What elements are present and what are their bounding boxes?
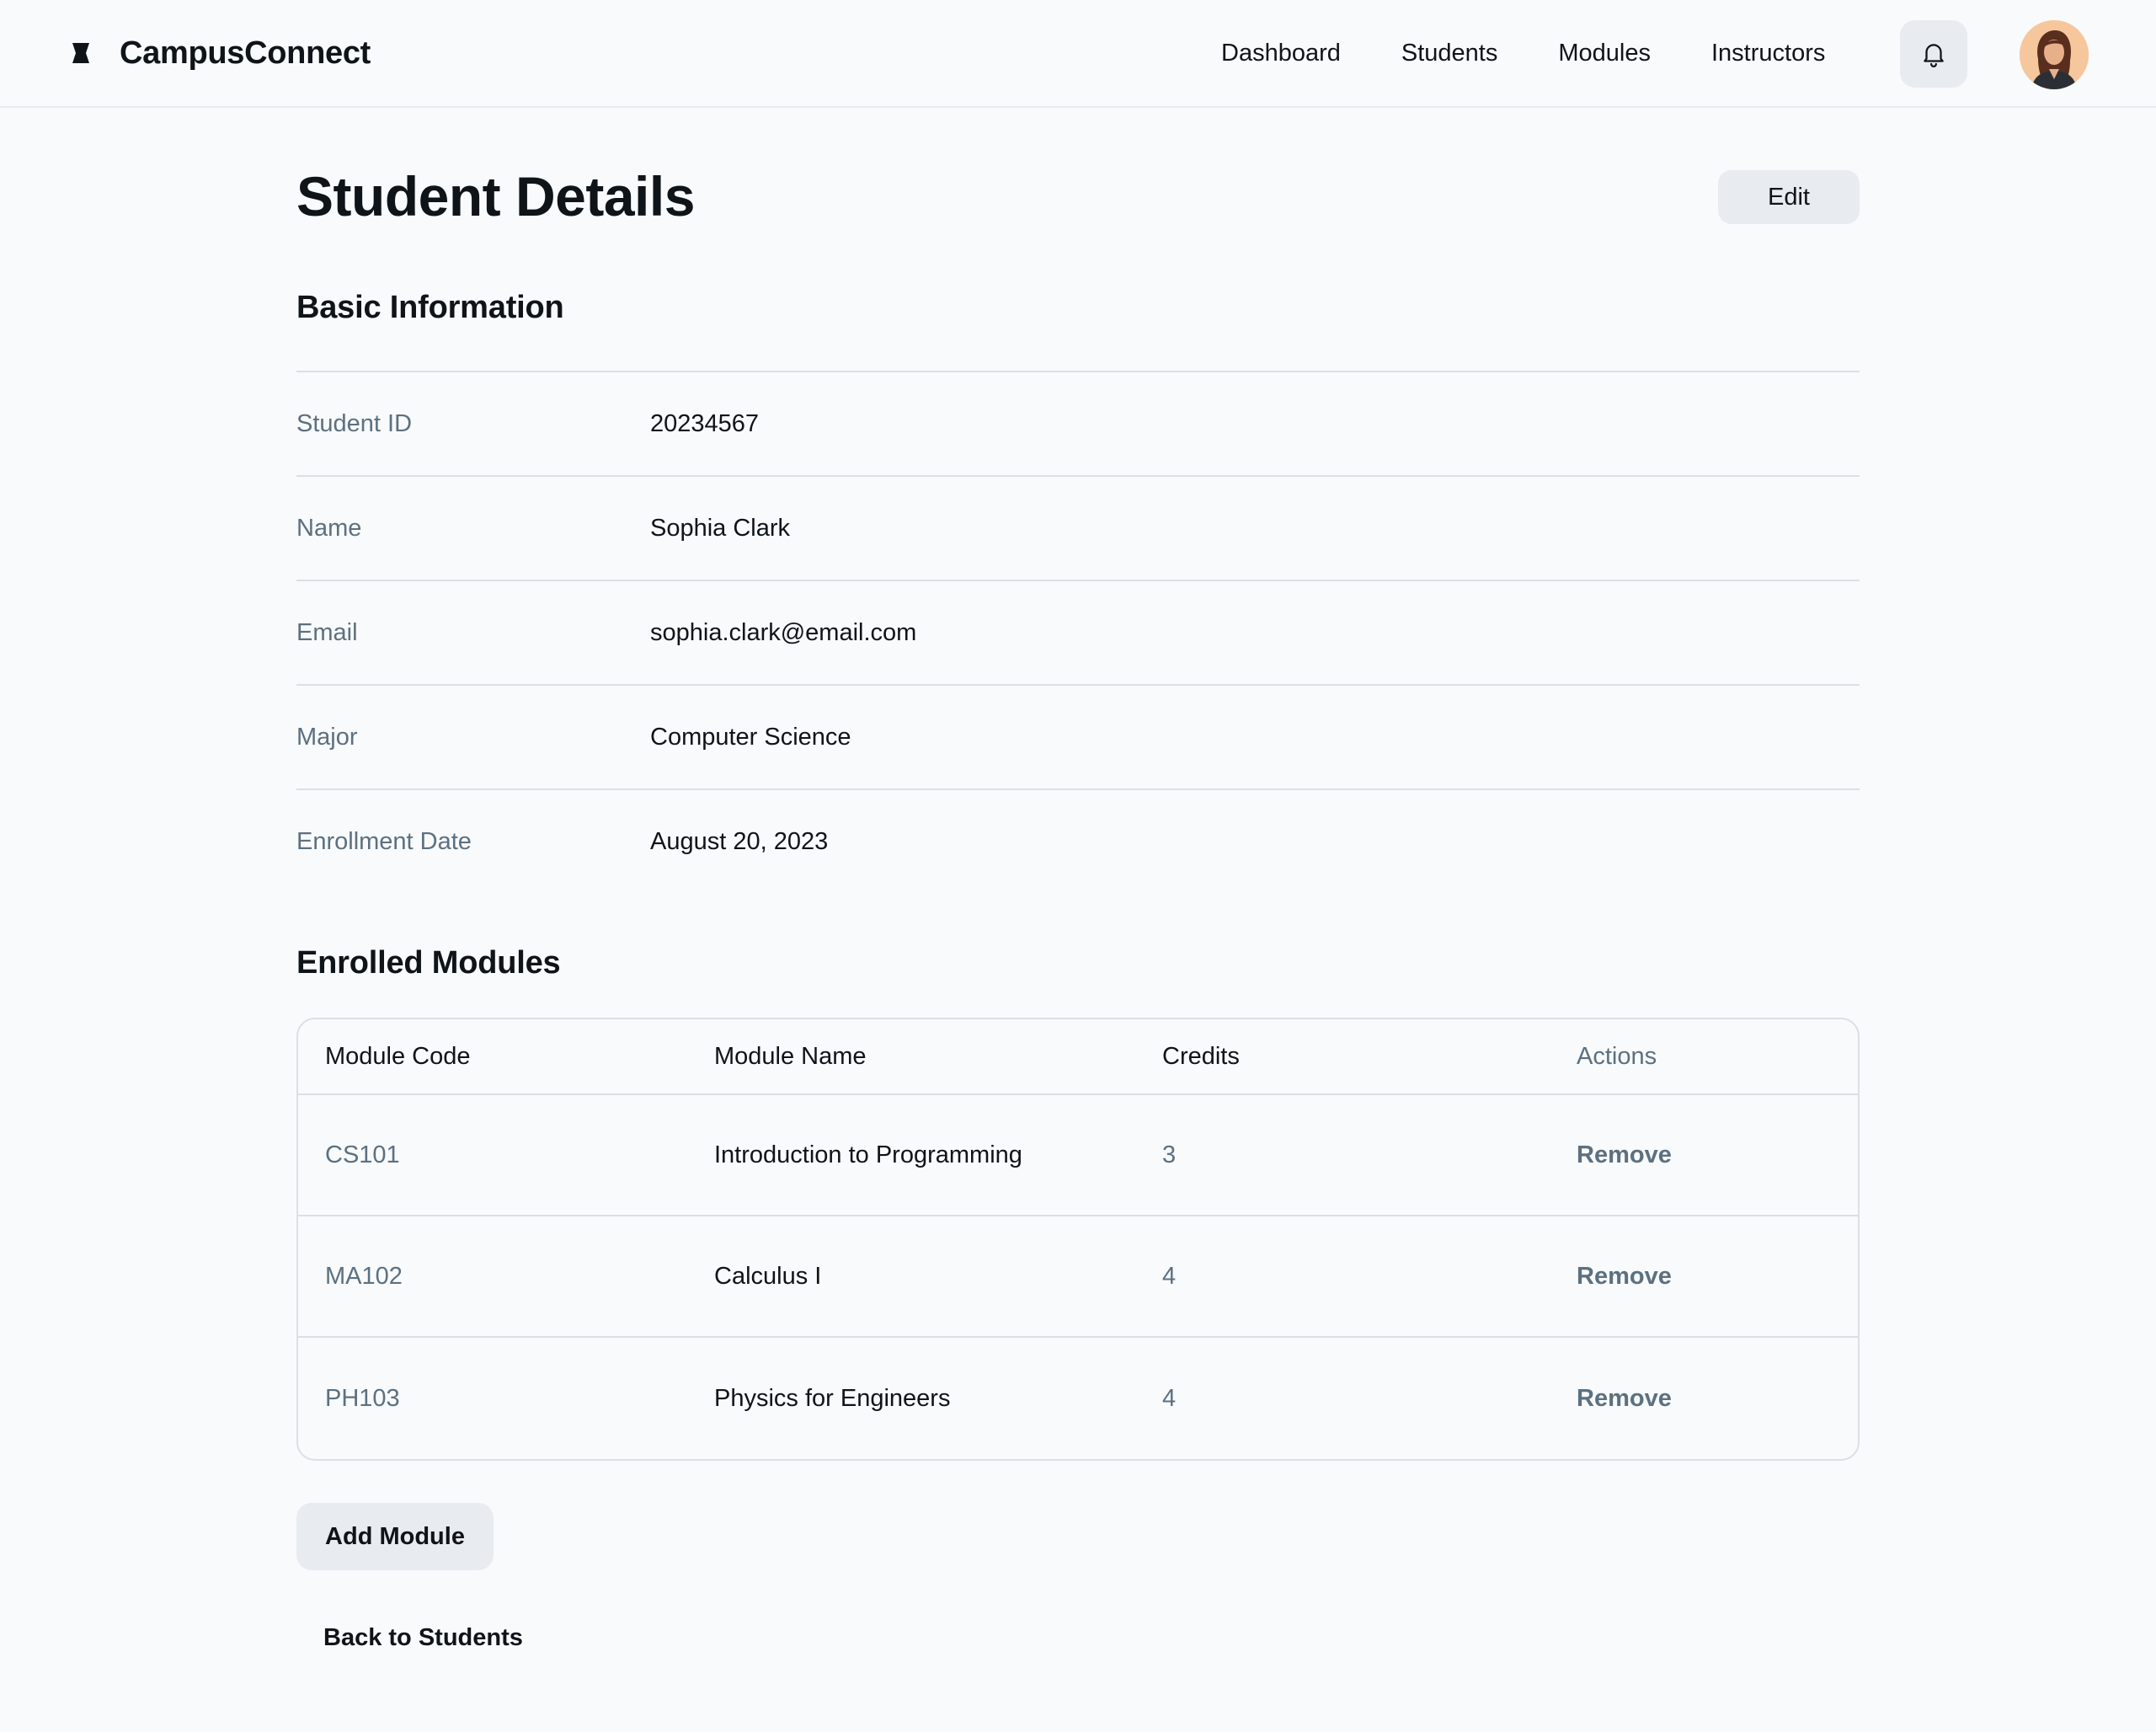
notifications-button[interactable] — [1900, 20, 1967, 88]
module-name: Calculus I — [714, 1262, 822, 1290]
column-header-module-name: Module Name — [714, 1042, 867, 1070]
nav-instructors[interactable]: Instructors — [1711, 40, 1825, 67]
user-avatar[interactable] — [2020, 20, 2089, 89]
module-code: MA102 — [325, 1262, 403, 1290]
enrolled-modules-table: Module Code Module Name Credits Actions … — [296, 1018, 1860, 1461]
info-label: Name — [296, 514, 362, 542]
top-navigation-bar: CampusConnect Dashboard Students Modules… — [0, 0, 2156, 108]
info-row-enrollment-date: Enrollment Date August 20, 2023 — [296, 788, 1860, 893]
add-module-button[interactable]: Add Module — [296, 1503, 494, 1570]
brand-name: CampusConnect — [120, 35, 371, 71]
back-to-students-link[interactable]: Back to Students — [323, 1624, 523, 1652]
basic-information-list: Student ID 20234567 Name Sophia Clark Em… — [296, 371, 1860, 893]
info-label: Email — [296, 618, 358, 646]
info-label: Major — [296, 723, 358, 751]
remove-module-button[interactable]: Remove — [1577, 1385, 1672, 1412]
table-header: Module Code Module Name Credits Actions — [298, 1019, 1858, 1095]
column-header-actions: Actions — [1577, 1042, 1657, 1070]
table-row: PH103 Physics for Engineers 4 Remove — [298, 1338, 1858, 1459]
info-label: Student ID — [296, 409, 413, 437]
table-row: CS101 Introduction to Programming 3 Remo… — [298, 1095, 1858, 1216]
info-row-email: Email sophia.clark@email.com — [296, 580, 1860, 684]
module-code: PH103 — [325, 1384, 400, 1412]
info-row-student-id: Student ID 20234567 — [296, 371, 1860, 475]
edit-button[interactable]: Edit — [1718, 170, 1860, 224]
module-name: Physics for Engineers — [714, 1384, 951, 1412]
column-header-module-code: Module Code — [325, 1042, 471, 1070]
remove-module-button[interactable]: Remove — [1577, 1263, 1672, 1290]
bell-icon — [1924, 44, 1944, 67]
info-value: Sophia Clark — [650, 514, 791, 542]
page-title: Student Details — [296, 165, 695, 227]
info-value: 20234567 — [650, 409, 760, 437]
module-credits: 4 — [1162, 1262, 1177, 1290]
remove-module-button[interactable]: Remove — [1577, 1141, 1672, 1168]
info-row-name: Name Sophia Clark — [296, 475, 1860, 580]
info-value: sophia.clark@email.com — [650, 618, 917, 646]
brand[interactable]: CampusConnect — [67, 0, 371, 106]
info-value: August 20, 2023 — [650, 827, 829, 855]
module-name: Introduction to Programming — [714, 1141, 1022, 1168]
module-credits: 3 — [1162, 1141, 1177, 1168]
basic-information-heading: Basic Information — [296, 290, 564, 325]
info-value: Computer Science — [650, 723, 851, 751]
table-row: MA102 Calculus I 4 Remove — [298, 1216, 1858, 1338]
hourglass-logo-icon — [72, 43, 89, 63]
nav-dashboard[interactable]: Dashboard — [1221, 40, 1341, 67]
module-code: CS101 — [325, 1141, 400, 1168]
info-label: Enrollment Date — [296, 827, 472, 855]
info-row-major: Major Computer Science — [296, 684, 1860, 788]
module-credits: 4 — [1162, 1384, 1177, 1412]
avatar-portrait-icon — [2020, 20, 2089, 89]
main-nav: Dashboard Students Modules Instructors — [1221, 0, 1825, 106]
nav-modules[interactable]: Modules — [1558, 40, 1651, 67]
nav-students[interactable]: Students — [1401, 40, 1497, 67]
enrolled-modules-heading: Enrolled Modules — [296, 945, 561, 981]
column-header-credits: Credits — [1162, 1042, 1240, 1070]
